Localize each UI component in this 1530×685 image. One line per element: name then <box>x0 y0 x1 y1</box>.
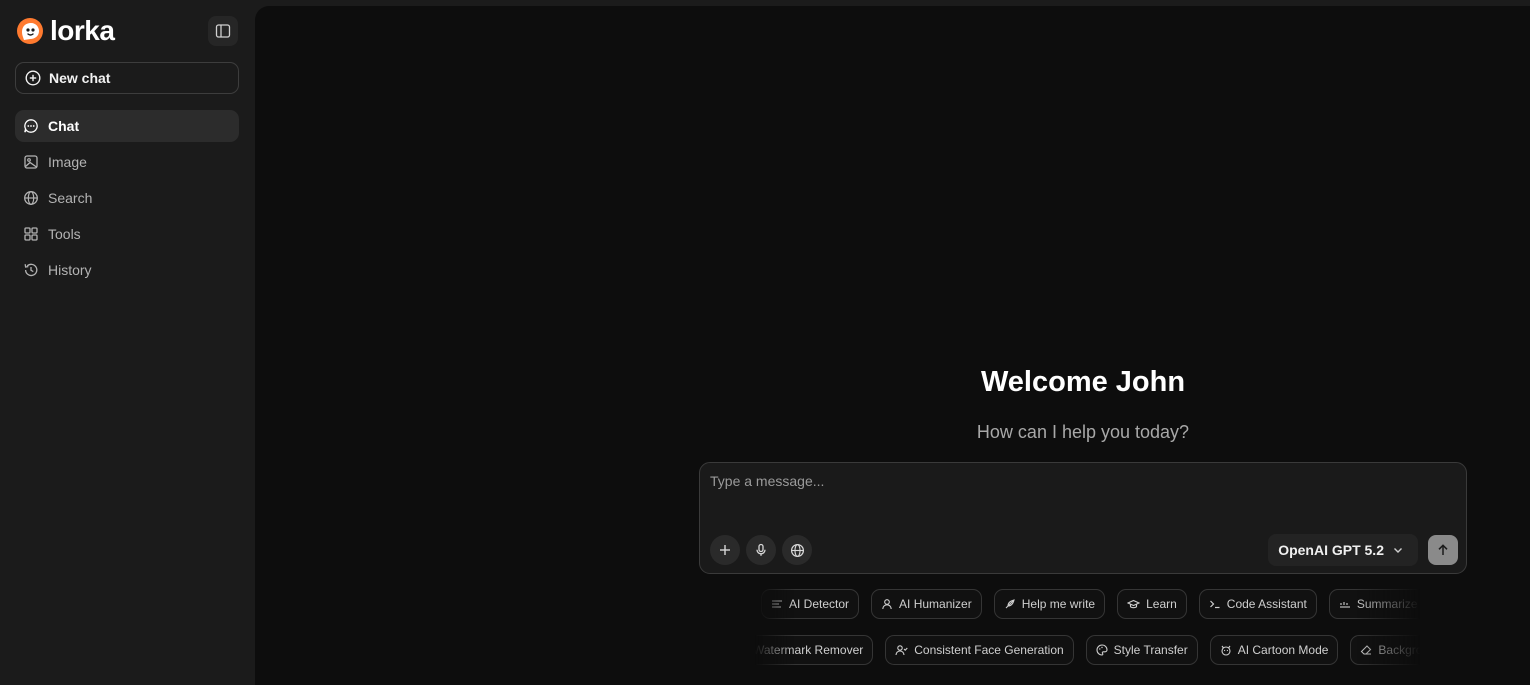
sidebar-item-label: Tools <box>48 226 81 242</box>
image-icon <box>24 155 38 169</box>
sidebar-item-label: Image <box>48 154 87 170</box>
welcome-subtitle: How can I help you today? <box>976 422 1190 442</box>
toggle-sidebar-button[interactable] <box>208 16 238 46</box>
suggestion-summarize[interactable]: Summarize <box>1328 589 1420 619</box>
brand-name: lorka <box>50 15 115 46</box>
globe-icon <box>24 191 38 205</box>
chip-label: Consistent Face Generation <box>914 643 1064 657</box>
plus-circle-icon <box>25 70 41 86</box>
sidebar-panel-icon <box>215 24 231 38</box>
grid-icon <box>24 227 38 241</box>
voice-input-button[interactable] <box>746 535 776 565</box>
suggestion-code-assistant[interactable]: Code Assistant <box>1198 589 1317 619</box>
chip-label: Watermark Remover <box>755 643 864 657</box>
sidebar-item-tools[interactable]: Tools <box>15 218 239 250</box>
lorka-logo-icon <box>17 18 43 44</box>
sidebar-nav: Chat Image Search Tools History <box>15 110 239 290</box>
chevron-down-icon <box>1394 548 1402 553</box>
suggestion-consistent-face-generation[interactable]: Consistent Face Generation <box>885 635 1074 665</box>
suggestion-background[interactable]: Background <box>1350 635 1420 665</box>
palette-icon <box>1096 644 1108 656</box>
chip-label: Code Assistant <box>1226 597 1307 611</box>
suggestion-row-1: AI Detector AI Humanizer Help me write L… <box>755 589 1420 623</box>
chip-label: Background <box>1378 643 1420 657</box>
sidebar-item-label: Search <box>48 190 93 206</box>
send-button[interactable] <box>1428 535 1458 565</box>
suggestion-row-2: Watermark Remover Consistent Face Genera… <box>755 635 1420 669</box>
eraser-icon <box>1361 645 1372 655</box>
message-composer: OpenAI GPT 5.2 <box>699 462 1467 574</box>
scan-text-icon <box>772 600 782 608</box>
suggestion-learn[interactable]: Learn <box>1117 589 1187 619</box>
sidebar-item-chat[interactable]: Chat <box>15 110 239 142</box>
chip-label: Help me write <box>1021 597 1096 611</box>
chip-label: Summarize <box>1356 597 1418 611</box>
attach-button[interactable] <box>710 535 740 565</box>
suggestion-ai-humanizer[interactable]: AI Humanizer <box>871 589 982 619</box>
suggestion-style-transfer[interactable]: Style Transfer <box>1085 635 1198 665</box>
chip-label: Style Transfer <box>1113 643 1188 657</box>
microphone-icon <box>756 543 766 556</box>
suggestion-watermark-remover[interactable]: Watermark Remover <box>755 635 874 665</box>
new-chat-button[interactable]: New chat <box>15 62 239 94</box>
suggestion-ai-detector[interactable]: AI Detector <box>761 589 860 619</box>
graduation-cap-icon <box>1127 599 1141 609</box>
plus-icon <box>720 545 730 555</box>
chip-label: AI Detector <box>789 597 850 611</box>
chip-label: AI Humanizer <box>899 597 972 611</box>
summary-icon <box>1339 602 1350 608</box>
sidebar-item-history[interactable]: History <box>15 254 239 286</box>
arrow-up-icon <box>1438 544 1448 555</box>
sidebar: lorka New chat Chat Image Search Tools H… <box>0 0 255 685</box>
web-search-button[interactable] <box>782 535 812 565</box>
cartoon-face-icon <box>1221 645 1231 656</box>
model-selector[interactable]: OpenAI GPT 5.2 <box>1268 534 1418 566</box>
main-panel <box>255 6 1530 685</box>
model-name: OpenAI GPT 5.2 <box>1278 542 1384 558</box>
globe-icon <box>790 543 804 557</box>
sidebar-item-label: History <box>48 262 92 278</box>
feather-pen-icon <box>1005 599 1015 609</box>
chip-label: AI Cartoon Mode <box>1237 643 1329 657</box>
welcome-title: Welcome John <box>980 366 1186 398</box>
sidebar-item-image[interactable]: Image <box>15 146 239 178</box>
new-chat-label: New chat <box>49 70 111 86</box>
chip-label: Learn <box>1146 597 1177 611</box>
sidebar-item-search[interactable]: Search <box>15 182 239 214</box>
terminal-icon <box>1209 600 1220 609</box>
brand[interactable]: lorka <box>16 14 115 48</box>
user-icon <box>882 599 892 610</box>
sidebar-item-label: Chat <box>48 118 80 134</box>
history-icon <box>24 263 38 277</box>
chat-bubble-icon <box>24 119 38 133</box>
suggestion-ai-cartoon-mode[interactable]: AI Cartoon Mode <box>1209 635 1339 665</box>
user-check-icon <box>895 645 908 656</box>
message-input[interactable] <box>710 473 1450 523</box>
suggestion-help-me-write[interactable]: Help me write <box>993 589 1106 619</box>
